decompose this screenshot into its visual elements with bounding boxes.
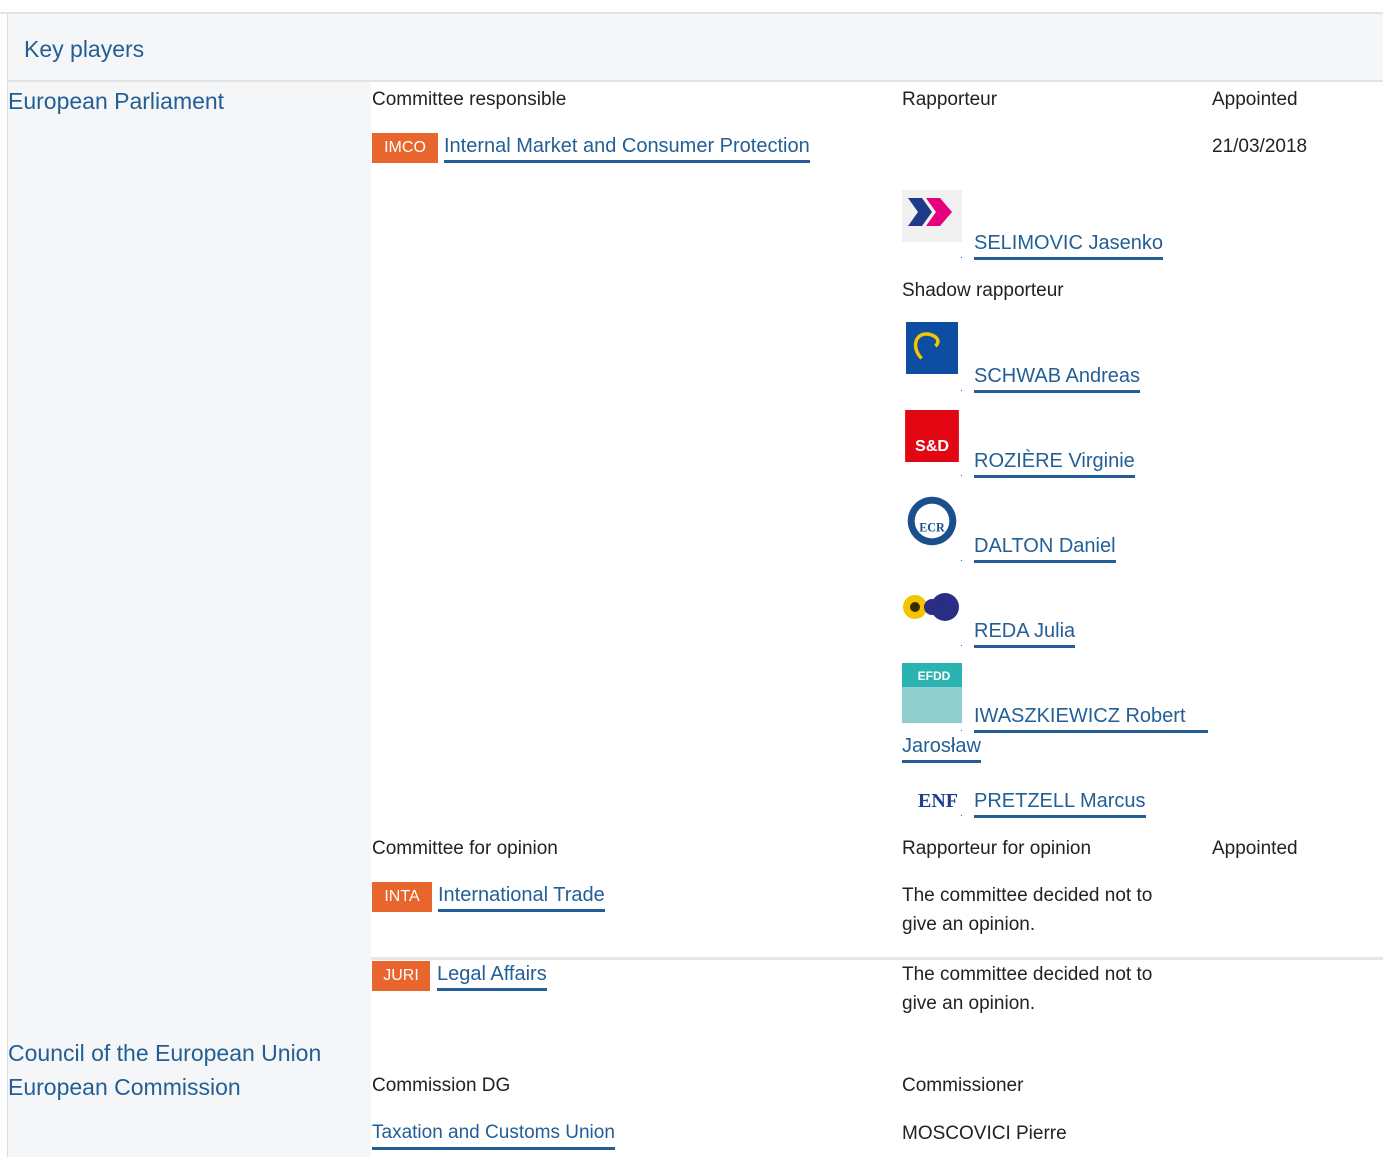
svg-text:S&D: S&D xyxy=(915,437,949,455)
efdd-logo: EFDD xyxy=(902,663,962,723)
institution-european-parliament[interactable]: European Parliament xyxy=(8,88,224,115)
svg-text:ENF: ENF xyxy=(918,790,958,812)
institution-column xyxy=(7,82,371,1157)
enf-logo: ENF xyxy=(902,785,962,813)
section-title: Key players xyxy=(24,36,145,62)
col-header-rapporteur: Rapporteur xyxy=(902,89,998,110)
row-divider xyxy=(371,957,1383,960)
col-header-commissioner: Commissioner xyxy=(902,1075,1024,1096)
opinion-note-inta: The committee decided not to xyxy=(902,885,1153,906)
greens-efa-logo xyxy=(903,593,959,621)
committee-link-imco[interactable]: Internal Market and Consumer Protection xyxy=(444,134,810,163)
ecr-logo: ECR xyxy=(907,496,957,546)
shadow-rapporteur-label: Shadow rapporteur xyxy=(902,280,1064,301)
shadow-link-reda[interactable]: REDA Julia xyxy=(974,619,1076,648)
opinion-note-juri-line2: give an opinion. xyxy=(902,993,1036,1014)
shadow-link-dalton[interactable]: DALTON Daniel xyxy=(974,534,1116,563)
shadow-link-pretzell[interactable]: PRETZELL Marcus xyxy=(974,789,1146,818)
epp-logo xyxy=(906,322,958,374)
commissioner-name: MOSCOVICI Pierre xyxy=(902,1123,1067,1144)
col-header-appointed: Appointed xyxy=(1212,89,1298,110)
appointed-date: 21/03/2018 xyxy=(1212,136,1308,157)
committee-link-juri[interactable]: Legal Affairs xyxy=(437,962,547,991)
svg-text:ECR: ECR xyxy=(919,520,945,534)
col-header-commission-dg: Commission DG xyxy=(372,1075,511,1096)
commission-dg-link[interactable]: Taxation and Customs Union xyxy=(372,1121,615,1150)
shadow-link-schwab[interactable]: SCHWAB Andreas xyxy=(974,364,1140,393)
col-header-rapporteur-opinion: Rapporteur for opinion xyxy=(902,838,1092,859)
col-header-appointed-opinion: Appointed xyxy=(1212,838,1298,859)
col-header-committee-opinion: Committee for opinion xyxy=(372,838,558,859)
shadow-link-iwaszkiewicz[interactable]: IWASZKIEWICZ Robert xyxy=(974,704,1186,730)
shadow-link-iwaszkiewicz-line2[interactable]: Jarosław xyxy=(902,734,981,763)
opinion-note-inta-line2: give an opinion. xyxy=(902,914,1036,935)
col-header-committee-responsible: Committee responsible xyxy=(372,89,567,110)
rapporteur-link[interactable]: SELIMOVIC Jasenko xyxy=(974,231,1163,260)
committee-code-badge: IMCO xyxy=(372,133,438,163)
shadow-link-roziere[interactable]: ROZIÈRE Virginie xyxy=(974,449,1135,478)
committee-link-inta[interactable]: International Trade xyxy=(438,883,605,912)
opinion-note-juri: The committee decided not to xyxy=(902,964,1153,985)
svg-text:EFDD: EFDD xyxy=(918,669,951,683)
institution-commission[interactable]: European Commission xyxy=(8,1074,241,1101)
renew-party-logo xyxy=(902,190,962,242)
institution-council[interactable]: Council of the European Union xyxy=(8,1040,321,1067)
committee-code-badge-juri: JURI xyxy=(372,961,430,991)
committee-code-badge-inta: INTA xyxy=(372,882,432,912)
section-header: Key players xyxy=(7,14,1383,82)
s-and-d-logo: S&D xyxy=(905,410,959,462)
